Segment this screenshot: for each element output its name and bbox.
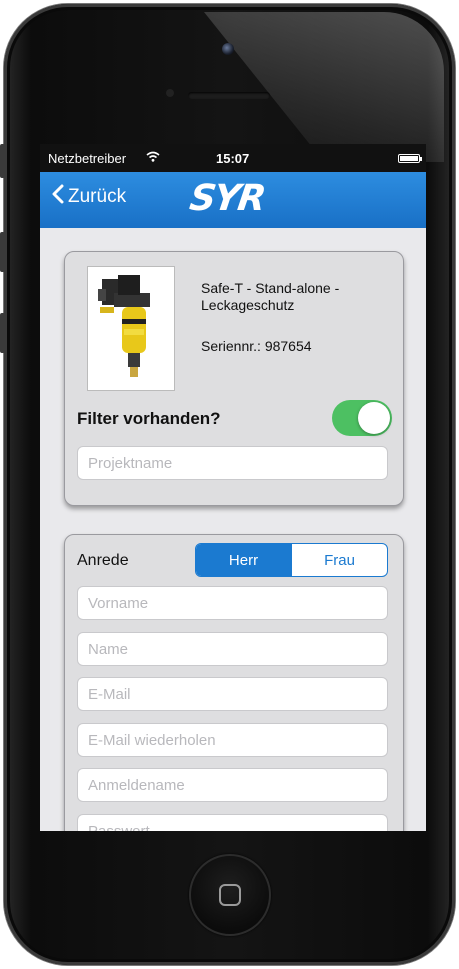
- glass-glare: [204, 12, 444, 162]
- wifi-icon: [146, 151, 160, 165]
- email-input[interactable]: [77, 677, 388, 711]
- back-button[interactable]: Zurück: [52, 184, 127, 208]
- proximity-sensor: [166, 89, 174, 97]
- salutation-label: Anrede: [77, 552, 129, 569]
- filter-label: Filter vorhanden?: [77, 409, 221, 428]
- mute-switch: [0, 144, 5, 178]
- toggle-knob: [358, 402, 390, 434]
- earpiece-speaker: [188, 92, 270, 99]
- status-time: 15:07: [216, 151, 250, 166]
- battery-icon: [398, 154, 422, 163]
- home-square-icon: [219, 884, 241, 906]
- password-input[interactable]: [77, 814, 388, 831]
- chevron-left-icon: [52, 184, 64, 208]
- volume-up-button: [0, 232, 5, 272]
- last-name-input[interactable]: [77, 632, 388, 666]
- filter-toggle[interactable]: [332, 400, 392, 436]
- first-name-input[interactable]: [77, 586, 388, 620]
- carrier-name: Netzbetreiber: [48, 151, 127, 166]
- username-input[interactable]: [77, 768, 388, 802]
- salutation-herr-segment[interactable]: Herr: [196, 544, 291, 576]
- salutation-segmented-control[interactable]: Herr Frau: [195, 543, 388, 577]
- product-title: Safe-T - Stand-alone - Leckageschutz: [201, 280, 340, 313]
- app-screen: Netzbetreiber 15:07 Zurück SYR Safe-T - …: [40, 144, 426, 831]
- back-label: Zurück: [68, 186, 127, 207]
- project-name-input[interactable]: [77, 446, 388, 480]
- navigation-bar: Zurück SYR: [40, 172, 426, 228]
- scroll-content[interactable]: Safe-T - Stand-alone - Leckageschutz Ser…: [40, 228, 426, 831]
- salutation-frau-segment[interactable]: Frau: [291, 544, 387, 576]
- product-card: Safe-T - Stand-alone - Leckageschutz Ser…: [64, 251, 404, 506]
- home-button[interactable]: [189, 854, 271, 936]
- contact-form-card: Anrede Herr Frau: [64, 534, 404, 831]
- serial-number: Seriennr.: 987654: [201, 338, 312, 354]
- status-bar: Netzbetreiber 15:07: [40, 144, 426, 172]
- volume-down-button: [0, 313, 5, 353]
- syr-logo: SYR: [187, 178, 267, 219]
- product-image: [87, 266, 175, 391]
- email-repeat-input[interactable]: [77, 723, 388, 757]
- front-camera: [222, 43, 234, 55]
